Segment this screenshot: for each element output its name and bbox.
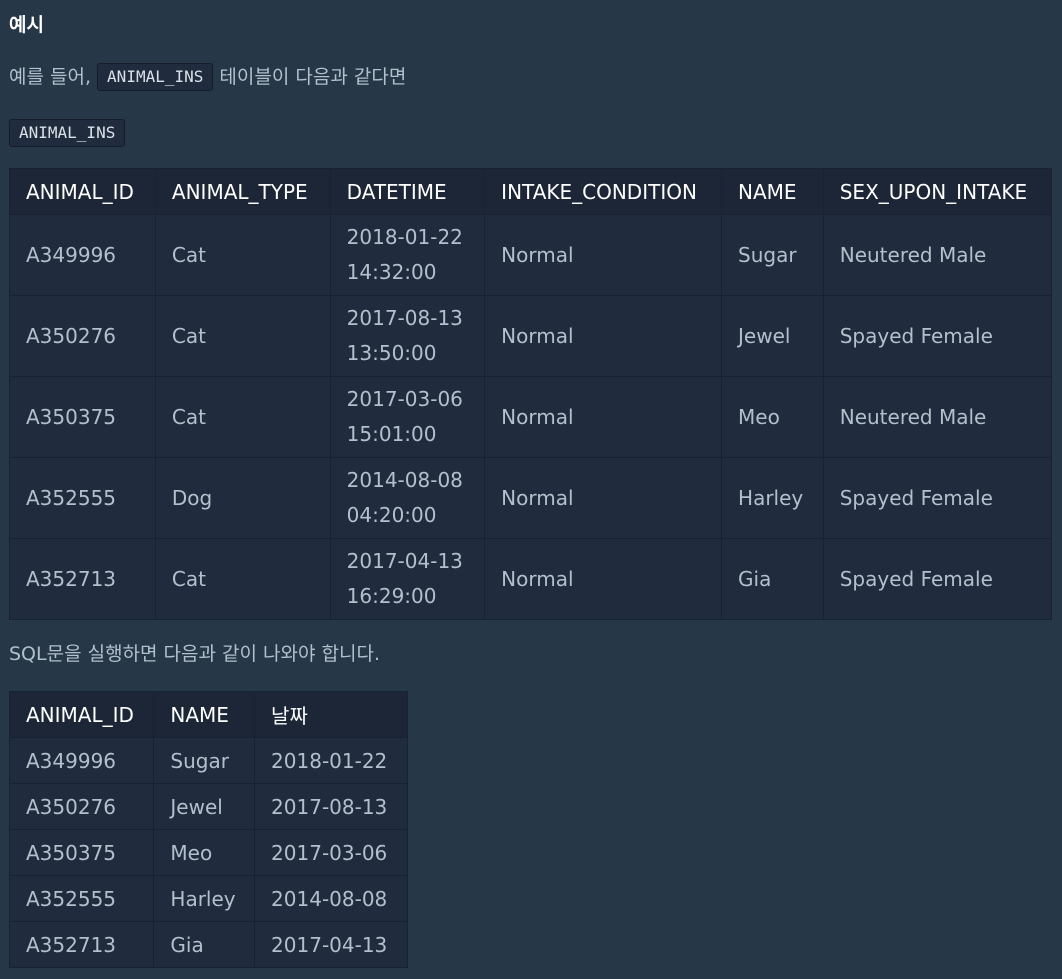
cell-intake-condition: Normal — [484, 376, 723, 458]
cell-name: Sugar — [721, 214, 824, 296]
cell-datetime: 2017-04-13 16:29:00 — [329, 538, 486, 620]
cell-intake-condition: Normal — [484, 538, 723, 620]
cell-date: 2017-08-13 — [346, 306, 463, 330]
cell-animal-type: Cat — [154, 376, 331, 458]
cell-animal-type: Cat — [154, 295, 331, 377]
intro-text-after: 테이블이 다음과 같다면 — [219, 66, 407, 88]
cell-animal-type: Dog — [154, 457, 331, 539]
table-row: A350375 Meo 2017-03-06 — [8, 829, 408, 876]
table-row: A352713 Cat 2017-04-13 16:29:00 Normal Gi… — [9, 538, 1053, 620]
output-table-header-row: ANIMAL_ID NAME 날짜 — [8, 691, 408, 738]
cell-time: 15:01:00 — [346, 422, 437, 446]
cell-animal-id: A350375 — [9, 376, 156, 458]
column-header: 날짜 — [254, 691, 408, 738]
cell-animal-id: A352713 — [9, 538, 156, 620]
column-header: INTAKE_CONDITION — [484, 168, 723, 215]
intro-text-before: 예를 들어, — [9, 66, 91, 88]
cell-time: 04:20:00 — [346, 503, 437, 527]
cell-animal-id: A350276 — [9, 295, 156, 377]
cell-name: Jewel — [721, 295, 824, 377]
output-table: ANIMAL_ID NAME 날짜 A349996 Sugar 2018-01-… — [8, 691, 408, 968]
cell-sex-upon-intake: Neutered Male — [822, 376, 1053, 458]
cell-date: 2017-04-13 — [254, 921, 408, 968]
cell-animal-type: Cat — [154, 538, 331, 620]
cell-name: Harley — [153, 875, 256, 922]
cell-name: Gia — [153, 921, 256, 968]
cell-animal-id: A349996 — [8, 737, 155, 784]
cell-time: 14:32:00 — [346, 260, 437, 284]
cell-sex-upon-intake: Neutered Male — [822, 214, 1053, 296]
intro-paragraph: 예를 들어, ANIMAL_INS 테이블이 다음과 같다면 — [9, 63, 406, 91]
table-row: A350276 Cat 2017-08-13 13:50:00 Normal Je… — [9, 295, 1053, 377]
cell-date: 2014-08-08 — [254, 875, 408, 922]
table-row: A352555 Harley 2014-08-08 — [8, 875, 408, 922]
table-row: A352555 Dog 2014-08-08 04:20:00 Normal Ha… — [9, 457, 1053, 539]
input-table: ANIMAL_ID ANIMAL_TYPE DATETIME INTAKE_CO… — [9, 168, 1053, 620]
cell-animal-id: A352713 — [8, 921, 155, 968]
cell-intake-condition: Normal — [484, 295, 723, 377]
cell-animal-id: A352555 — [8, 875, 155, 922]
cell-time: 16:29:00 — [346, 584, 437, 608]
cell-sex-upon-intake: Spayed Female — [822, 538, 1053, 620]
table-row: A350375 Cat 2017-03-06 15:01:00 Normal Me… — [9, 376, 1053, 458]
input-table-header-row: ANIMAL_ID ANIMAL_TYPE DATETIME INTAKE_CO… — [9, 168, 1053, 215]
cell-date: 2018-01-22 — [346, 225, 463, 249]
inline-code-table-name: ANIMAL_INS — [97, 63, 214, 91]
table-row: A352713 Gia 2017-04-13 — [8, 921, 408, 968]
cell-name: Sugar — [153, 737, 256, 784]
column-header: ANIMAL_ID — [8, 691, 155, 738]
table-name-label: ANIMAL_INS — [9, 119, 126, 147]
cell-datetime: 2018-01-22 14:32:00 — [329, 214, 486, 296]
cell-animal-id: A352555 — [9, 457, 156, 539]
cell-sex-upon-intake: Spayed Female — [822, 295, 1053, 377]
cell-datetime: 2014-08-08 04:20:00 — [329, 457, 486, 539]
table-row: A349996 Cat 2018-01-22 14:32:00 Normal Su… — [9, 214, 1053, 296]
cell-date: 2018-01-22 — [254, 737, 408, 784]
section-heading: 예시 — [9, 14, 44, 36]
cell-date: 2017-03-06 — [346, 387, 463, 411]
table-row: A350276 Jewel 2017-08-13 — [8, 783, 408, 830]
cell-name: Gia — [721, 538, 824, 620]
cell-intake-condition: Normal — [484, 214, 723, 296]
cell-date: 2017-04-13 — [346, 549, 463, 573]
cell-date: 2017-03-06 — [254, 829, 408, 876]
column-header: ANIMAL_TYPE — [154, 168, 331, 215]
cell-name: Meo — [153, 829, 256, 876]
column-header: SEX_UPON_INTAKE — [822, 168, 1053, 215]
cell-name: Jewel — [153, 783, 256, 830]
cell-date: 2017-08-13 — [254, 783, 408, 830]
cell-animal-type: Cat — [154, 214, 331, 296]
cell-sex-upon-intake: Spayed Female — [822, 457, 1053, 539]
cell-name: Harley — [721, 457, 824, 539]
cell-animal-id: A350276 — [8, 783, 155, 830]
cell-intake-condition: Normal — [484, 457, 723, 539]
column-header: DATETIME — [329, 168, 486, 215]
column-header: NAME — [153, 691, 256, 738]
cell-time: 13:50:00 — [346, 341, 437, 365]
cell-datetime: 2017-03-06 15:01:00 — [329, 376, 486, 458]
column-header: NAME — [721, 168, 824, 215]
cell-datetime: 2017-08-13 13:50:00 — [329, 295, 486, 377]
cell-animal-id: A349996 — [9, 214, 156, 296]
cell-date: 2014-08-08 — [346, 468, 463, 492]
cell-animal-id: A350375 — [8, 829, 155, 876]
table-row: A349996 Sugar 2018-01-22 — [8, 737, 408, 784]
result-paragraph: SQL문을 실행하면 다음과 같이 나와야 합니다. — [9, 643, 380, 665]
column-header: ANIMAL_ID — [9, 168, 156, 215]
cell-name: Meo — [721, 376, 824, 458]
